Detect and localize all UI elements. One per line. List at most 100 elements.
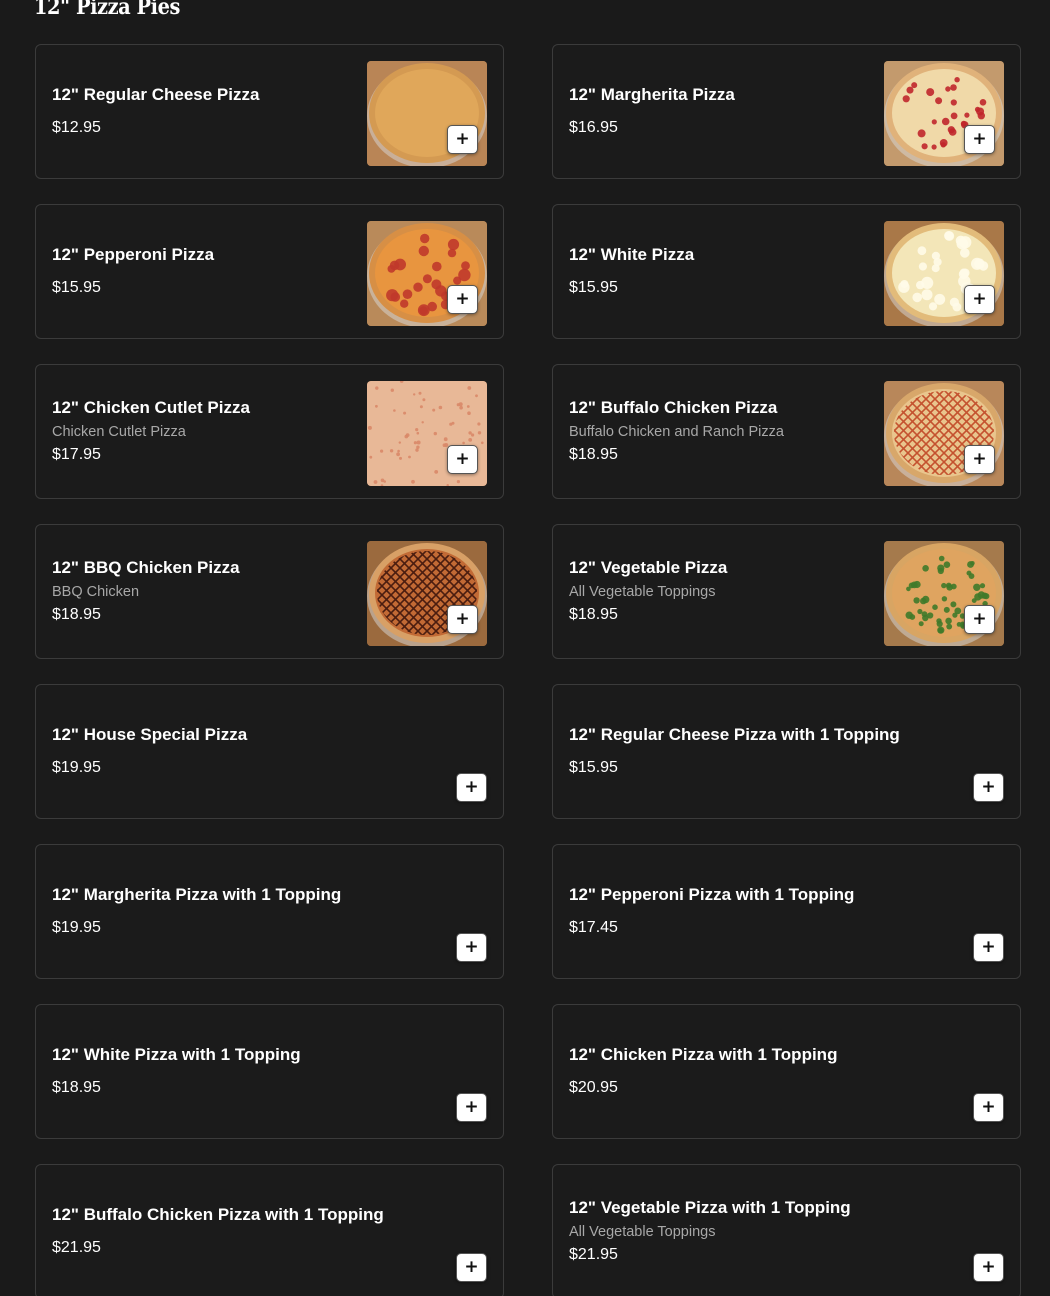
add-to-cart-button[interactable]: + bbox=[456, 933, 487, 962]
menu-item-name: 12" BBQ Chicken Pizza bbox=[52, 558, 240, 577]
plus-icon: + bbox=[464, 937, 479, 957]
add-to-cart-button[interactable]: + bbox=[973, 1253, 1004, 1282]
menu-item-price: $19.95 bbox=[52, 919, 101, 936]
menu-item-name: 12" Chicken Cutlet Pizza bbox=[52, 398, 250, 417]
plus-icon: + bbox=[972, 609, 987, 629]
plus-icon: + bbox=[972, 289, 987, 309]
menu-item-name: 12" White Pizza with 1 Topping bbox=[52, 1045, 301, 1064]
menu-item-card[interactable]: 12" Regular Cheese Pizza with 1 Topping … bbox=[552, 684, 1021, 819]
menu-item-name: 12" Margherita Pizza bbox=[569, 85, 735, 104]
add-to-cart-button[interactable]: + bbox=[973, 933, 1004, 962]
plus-icon: + bbox=[455, 129, 470, 149]
menu-item-card[interactable]: 12" Vegetable Pizza All Vegetable Toppin… bbox=[552, 524, 1021, 659]
add-to-cart-button[interactable]: + bbox=[456, 1253, 487, 1282]
menu-item-card[interactable]: 12" Buffalo Chicken Pizza Buffalo Chicke… bbox=[552, 364, 1021, 499]
plus-icon: + bbox=[972, 449, 987, 469]
menu-item-card[interactable]: 12" House Special Pizza $19.95 + bbox=[35, 684, 504, 819]
menu-item-price: $18.95 bbox=[52, 1079, 101, 1096]
menu-item-text: 12" Chicken Cutlet Pizza Chicken Cutlet … bbox=[52, 365, 353, 498]
add-to-cart-button[interactable]: + bbox=[964, 125, 995, 154]
add-to-cart-button[interactable]: + bbox=[964, 285, 995, 314]
add-to-cart-button[interactable]: + bbox=[973, 773, 1004, 802]
menu-item-card[interactable]: 12" Chicken Cutlet Pizza Chicken Cutlet … bbox=[35, 364, 504, 499]
menu-item-name: 12" Vegetable Pizza with 1 Topping bbox=[569, 1198, 851, 1217]
menu-item-price: $12.95 bbox=[52, 119, 101, 136]
menu-item-card[interactable]: 12" Regular Cheese Pizza $12.95 + bbox=[35, 44, 504, 179]
plus-icon: + bbox=[972, 129, 987, 149]
menu-item-text: 12" White Pizza with 1 Topping $18.95 bbox=[52, 1005, 443, 1138]
menu-item-description: Chicken Cutlet Pizza bbox=[52, 424, 186, 440]
menu-item-card[interactable]: 12" Margherita Pizza $16.95 + bbox=[552, 44, 1021, 179]
menu-item-card[interactable]: 12" BBQ Chicken Pizza BBQ Chicken $18.95… bbox=[35, 524, 504, 659]
menu-item-price: $19.95 bbox=[52, 759, 101, 776]
menu-item-name: 12" Buffalo Chicken Pizza with 1 Topping bbox=[52, 1205, 384, 1224]
menu-item-text: 12" Buffalo Chicken Pizza with 1 Topping… bbox=[52, 1165, 443, 1296]
plus-icon: + bbox=[455, 289, 470, 309]
menu-item-price: $18.95 bbox=[569, 446, 618, 463]
menu-item-description: BBQ Chicken bbox=[52, 584, 140, 600]
menu-item-price: $16.95 bbox=[569, 119, 618, 136]
menu-item-price: $15.95 bbox=[52, 279, 101, 296]
menu-item-text: 12" White Pizza $15.95 bbox=[569, 205, 870, 338]
menu-item-text: 12" Margherita Pizza $16.95 bbox=[569, 45, 870, 178]
menu-item-name: 12" Vegetable Pizza bbox=[569, 558, 728, 577]
plus-icon: + bbox=[981, 937, 996, 957]
menu-item-name: 12" White Pizza bbox=[569, 245, 695, 264]
add-to-cart-button[interactable]: + bbox=[456, 1093, 487, 1122]
plus-icon: + bbox=[981, 1097, 996, 1117]
menu-page: 12" Pizza Pies 12" Regular Cheese Pizza … bbox=[0, 0, 1050, 1296]
menu-item-card[interactable]: 12" White Pizza $15.95 + bbox=[552, 204, 1021, 339]
menu-item-price: $21.95 bbox=[52, 1239, 101, 1256]
menu-item-price: $15.95 bbox=[569, 759, 618, 776]
menu-item-price: $15.95 bbox=[569, 279, 618, 296]
menu-item-text: 12" House Special Pizza $19.95 bbox=[52, 685, 443, 818]
add-to-cart-button[interactable]: + bbox=[447, 605, 478, 634]
add-to-cart-button[interactable]: + bbox=[447, 285, 478, 314]
menu-item-name: 12" Pepperoni Pizza with 1 Topping bbox=[569, 885, 855, 904]
menu-item-price: $17.45 bbox=[569, 919, 618, 936]
menu-item-text: 12" Pepperoni Pizza $15.95 bbox=[52, 205, 353, 338]
menu-item-name: 12" Pepperoni Pizza bbox=[52, 245, 215, 264]
plus-icon: + bbox=[464, 1097, 479, 1117]
menu-item-card[interactable]: 12" Vegetable Pizza with 1 Topping All V… bbox=[552, 1164, 1021, 1296]
plus-icon: + bbox=[464, 777, 479, 797]
plus-icon: + bbox=[981, 777, 996, 797]
plus-icon: + bbox=[455, 609, 470, 629]
menu-item-card[interactable]: 12" Pepperoni Pizza $15.95 + bbox=[35, 204, 504, 339]
section-title: 12" Pizza Pies bbox=[34, 0, 180, 20]
menu-item-card[interactable]: 12" White Pizza with 1 Topping $18.95 + bbox=[35, 1004, 504, 1139]
add-to-cart-button[interactable]: + bbox=[456, 773, 487, 802]
menu-item-text: 12" Chicken Pizza with 1 Topping $20.95 bbox=[569, 1005, 960, 1138]
menu-item-price: $21.95 bbox=[569, 1246, 618, 1263]
plus-icon: + bbox=[455, 449, 470, 469]
menu-item-name: 12" Buffalo Chicken Pizza bbox=[569, 398, 778, 417]
menu-item-price: $20.95 bbox=[569, 1079, 618, 1096]
menu-item-description: All Vegetable Toppings bbox=[569, 584, 716, 600]
menu-item-card[interactable]: 12" Chicken Pizza with 1 Topping $20.95 … bbox=[552, 1004, 1021, 1139]
menu-item-text: 12" Buffalo Chicken Pizza Buffalo Chicke… bbox=[569, 365, 870, 498]
menu-item-card[interactable]: 12" Buffalo Chicken Pizza with 1 Topping… bbox=[35, 1164, 504, 1296]
menu-item-price: $17.95 bbox=[52, 446, 101, 463]
add-to-cart-button[interactable]: + bbox=[964, 445, 995, 474]
add-to-cart-button[interactable]: + bbox=[964, 605, 995, 634]
menu-item-price: $18.95 bbox=[569, 606, 618, 623]
menu-item-price: $18.95 bbox=[52, 606, 101, 623]
plus-icon: + bbox=[981, 1257, 996, 1277]
menu-item-text: 12" Regular Cheese Pizza $12.95 bbox=[52, 45, 353, 178]
menu-item-card[interactable]: 12" Pepperoni Pizza with 1 Topping $17.4… bbox=[552, 844, 1021, 979]
add-to-cart-button[interactable]: + bbox=[447, 125, 478, 154]
menu-item-name: 12" Regular Cheese Pizza with 1 Topping bbox=[569, 725, 900, 744]
menu-item-name: 12" Regular Cheese Pizza bbox=[52, 85, 260, 104]
menu-item-name: 12" House Special Pizza bbox=[52, 725, 248, 744]
menu-item-name: 12" Chicken Pizza with 1 Topping bbox=[569, 1045, 838, 1064]
menu-item-description: Buffalo Chicken and Ranch Pizza bbox=[569, 424, 784, 440]
menu-item-text: 12" Regular Cheese Pizza with 1 Topping … bbox=[569, 685, 960, 818]
plus-icon: + bbox=[464, 1257, 479, 1277]
menu-item-description: All Vegetable Toppings bbox=[569, 1224, 716, 1240]
add-to-cart-button[interactable]: + bbox=[447, 445, 478, 474]
menu-item-text: 12" Margherita Pizza with 1 Topping $19.… bbox=[52, 845, 443, 978]
menu-item-card[interactable]: 12" Margherita Pizza with 1 Topping $19.… bbox=[35, 844, 504, 979]
add-to-cart-button[interactable]: + bbox=[973, 1093, 1004, 1122]
menu-item-text: 12" Pepperoni Pizza with 1 Topping $17.4… bbox=[569, 845, 960, 978]
menu-item-text: 12" BBQ Chicken Pizza BBQ Chicken $18.95 bbox=[52, 525, 353, 658]
